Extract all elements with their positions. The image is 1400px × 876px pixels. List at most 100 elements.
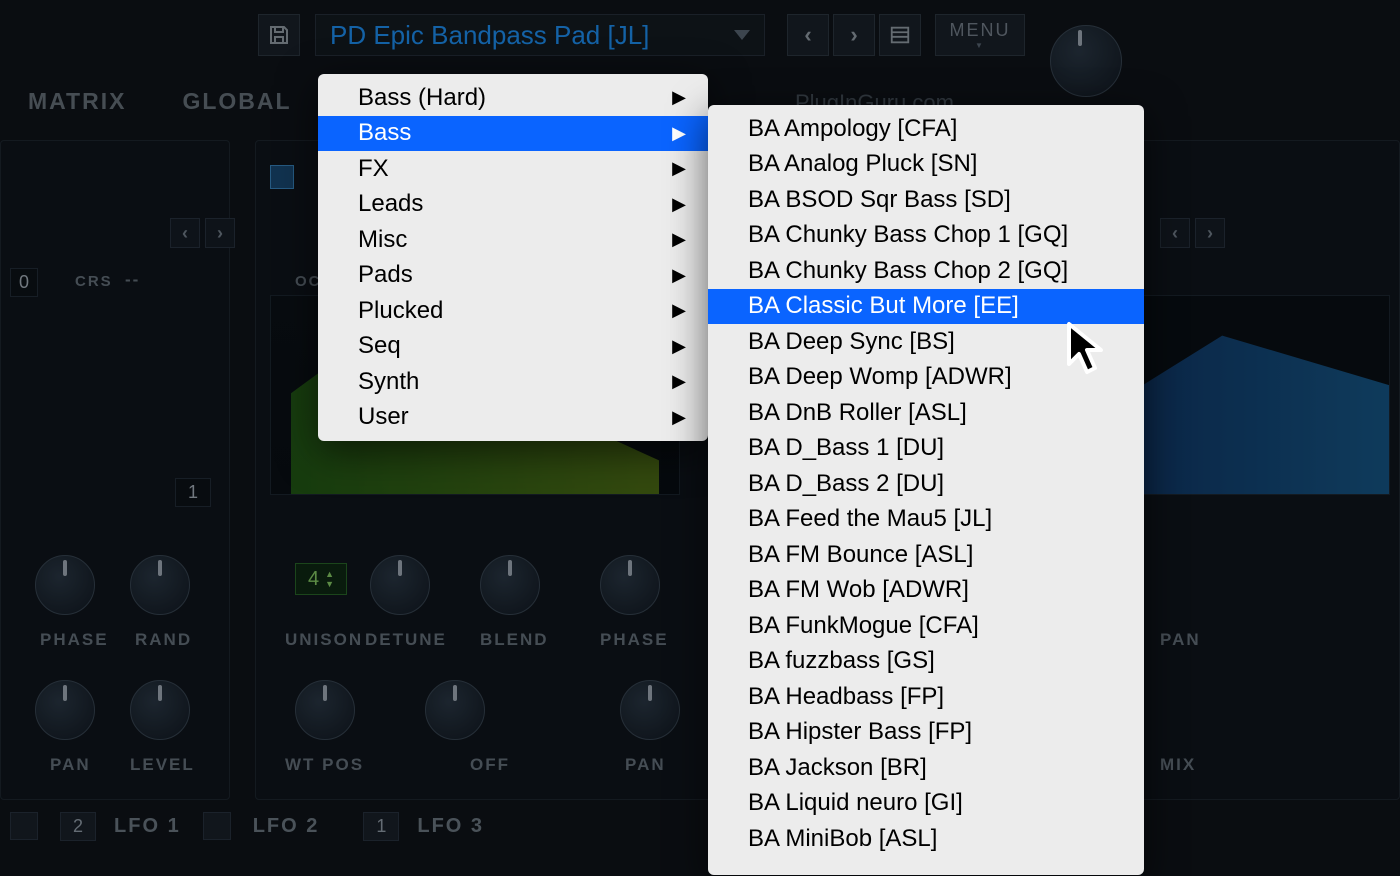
lfo1-count[interactable]: 2: [60, 812, 96, 841]
preset-item[interactable]: BA Deep Womp [ADWR]: [708, 360, 1144, 396]
submenu-arrow-icon: ▶: [672, 407, 686, 428]
preset-item[interactable]: BA Ampology [CFA]: [708, 111, 1144, 147]
preset-item[interactable]: BA BSOD Sqr Bass [SD]: [708, 182, 1144, 218]
preset-item-label: BA FM Bounce [ASL]: [748, 541, 973, 569]
preset-item[interactable]: BA DnB Roller [ASL]: [708, 395, 1144, 431]
preset-item-label: BA FunkMogue [CFA]: [748, 612, 979, 640]
osc-a-nav: ‹ ›: [170, 218, 235, 248]
submenu-arrow-icon: ▶: [672, 229, 686, 250]
preset-item-label: BA Jackson [BR]: [748, 754, 927, 782]
panel-toggle[interactable]: [270, 165, 294, 189]
preset-item-label: BA FM Wob [ADWR]: [748, 576, 969, 604]
preset-item[interactable]: BA Liquid neuro [GI]: [708, 786, 1144, 822]
save-button[interactable]: [258, 14, 300, 56]
preset-item[interactable]: BA MiniBob [ASL]: [708, 821, 1144, 857]
category-item[interactable]: Misc▶: [318, 222, 708, 258]
category-item-label: User: [358, 403, 409, 431]
preset-item[interactable]: BA Hipster Bass [FP]: [708, 715, 1144, 751]
preset-item[interactable]: BA Classic But More [EE]: [708, 289, 1144, 325]
preset-item[interactable]: BA Chunky Bass Chop 2 [GQ]: [708, 253, 1144, 289]
coarse-value[interactable]: 0: [10, 268, 38, 297]
unison-value: 4: [308, 568, 319, 591]
category-item[interactable]: FX▶: [318, 151, 708, 187]
rand-knob-a[interactable]: [130, 555, 190, 615]
osc-c-prev[interactable]: ‹: [1160, 218, 1190, 248]
off-knob[interactable]: [425, 680, 485, 740]
lfo3-count[interactable]: 1: [363, 812, 399, 841]
preset-item[interactable]: BA D_Bass 1 [DU]: [708, 431, 1144, 467]
category-item[interactable]: Plucked▶: [318, 293, 708, 329]
lfo3-label[interactable]: LFO 3: [417, 815, 484, 838]
preset-submenu: BA Ampology [CFA]BA Analog Pluck [SN]BA …: [708, 105, 1144, 875]
preset-browser-button[interactable]: [879, 14, 921, 56]
wt-index[interactable]: 1: [175, 478, 211, 507]
unison-voices[interactable]: 4 ▲▼: [295, 563, 347, 595]
submenu-arrow-icon: ▶: [672, 87, 686, 108]
preset-item[interactable]: BA fuzzbass [GS]: [708, 644, 1144, 680]
preset-item-label: BA DnB Roller [ASL]: [748, 399, 967, 427]
preset-item[interactable]: BA Chunky Bass Chop 1 [GQ]: [708, 218, 1144, 254]
master-knob[interactable]: [1050, 25, 1122, 97]
category-item[interactable]: User ▶: [318, 400, 708, 436]
osc-a-prev[interactable]: ‹: [170, 218, 200, 248]
osc-a-next[interactable]: ›: [205, 218, 235, 248]
preset-next-button[interactable]: ›: [833, 14, 875, 56]
lfo-sidebox-2[interactable]: [203, 812, 231, 840]
preset-item[interactable]: BA Deep Sync [BS]: [708, 324, 1144, 360]
preset-item-label: BA Chunky Bass Chop 2 [GQ]: [748, 257, 1068, 285]
tab-global[interactable]: GLOBAL: [154, 88, 319, 115]
osc-c-next[interactable]: ›: [1195, 218, 1225, 248]
submenu-arrow-icon: ▶: [672, 158, 686, 179]
category-item-label: Synth: [358, 368, 419, 396]
blend-label: BLEND: [480, 630, 549, 650]
preset-item-label: BA Hipster Bass [FP]: [748, 718, 972, 746]
category-item[interactable]: Pads▶: [318, 258, 708, 294]
crs-label: CRS: [75, 273, 113, 290]
pan-knob-b[interactable]: [620, 680, 680, 740]
preset-item[interactable]: BA FM Wob [ADWR]: [708, 573, 1144, 609]
preset-prev-button[interactable]: ‹: [787, 14, 829, 56]
wtpos-knob[interactable]: [295, 680, 355, 740]
blend-knob[interactable]: [480, 555, 540, 615]
preset-item[interactable]: BA Headbass [FP]: [708, 679, 1144, 715]
submenu-arrow-icon: ▶: [672, 336, 686, 357]
preset-item[interactable]: BA FM Bounce [ASL]: [708, 537, 1144, 573]
dropdown-triangle-icon: [734, 30, 750, 40]
unison-label: UNISON: [285, 630, 363, 650]
preset-item[interactable]: BA Jackson [BR]: [708, 750, 1144, 786]
phase-knob-a[interactable]: [35, 555, 95, 615]
lfo1-label[interactable]: LFO 1: [114, 815, 181, 838]
submenu-arrow-icon: ▶: [672, 300, 686, 321]
submenu-arrow-icon: ▶: [672, 194, 686, 215]
preset-item[interactable]: BA D_Bass 2 [DU]: [708, 466, 1144, 502]
category-item[interactable]: Synth▶: [318, 364, 708, 400]
tab-matrix[interactable]: MATRIX: [0, 88, 154, 115]
category-item[interactable]: Leads▶: [318, 187, 708, 223]
phase-label-b: PHASE: [600, 630, 669, 650]
preset-dropdown[interactable]: PD Epic Bandpass Pad [JL]: [315, 14, 765, 56]
level-knob-a[interactable]: [130, 680, 190, 740]
preset-item[interactable]: BA FunkMogue [CFA]: [708, 608, 1144, 644]
category-item[interactable]: Seq▶: [318, 329, 708, 365]
submenu-arrow-icon: ▶: [672, 265, 686, 286]
category-item-label: Bass (Hard): [358, 84, 486, 112]
detune-label: DETUNE: [365, 630, 447, 650]
detune-knob[interactable]: [370, 555, 430, 615]
lfo-row: 2 LFO 1 LFO 2 1 LFO 3: [0, 806, 506, 846]
pan-knob-a[interactable]: [35, 680, 95, 740]
preset-item[interactable]: BA Feed the Mau5 [JL]: [708, 502, 1144, 538]
fine-dash: --: [125, 270, 140, 290]
category-item-label: Bass: [358, 119, 411, 147]
category-item[interactable]: Bass▶: [318, 116, 708, 152]
category-item[interactable]: Bass (Hard) ▶: [318, 80, 708, 116]
lfo2-label[interactable]: LFO 2: [253, 815, 320, 838]
phase-knob-b[interactable]: [600, 555, 660, 615]
preset-item[interactable]: BA Analog Pluck [SN]: [708, 147, 1144, 183]
chevron-left-icon: ‹: [804, 22, 811, 48]
stepper-icon: ▲▼: [325, 569, 334, 589]
menu-button[interactable]: MENU ▼: [935, 14, 1025, 56]
preset-item-label: BA fuzzbass [GS]: [748, 647, 935, 675]
rand-label-a: RAND: [135, 630, 192, 650]
floppy-icon: [267, 23, 291, 47]
lfo-sidebox[interactable]: [10, 812, 38, 840]
